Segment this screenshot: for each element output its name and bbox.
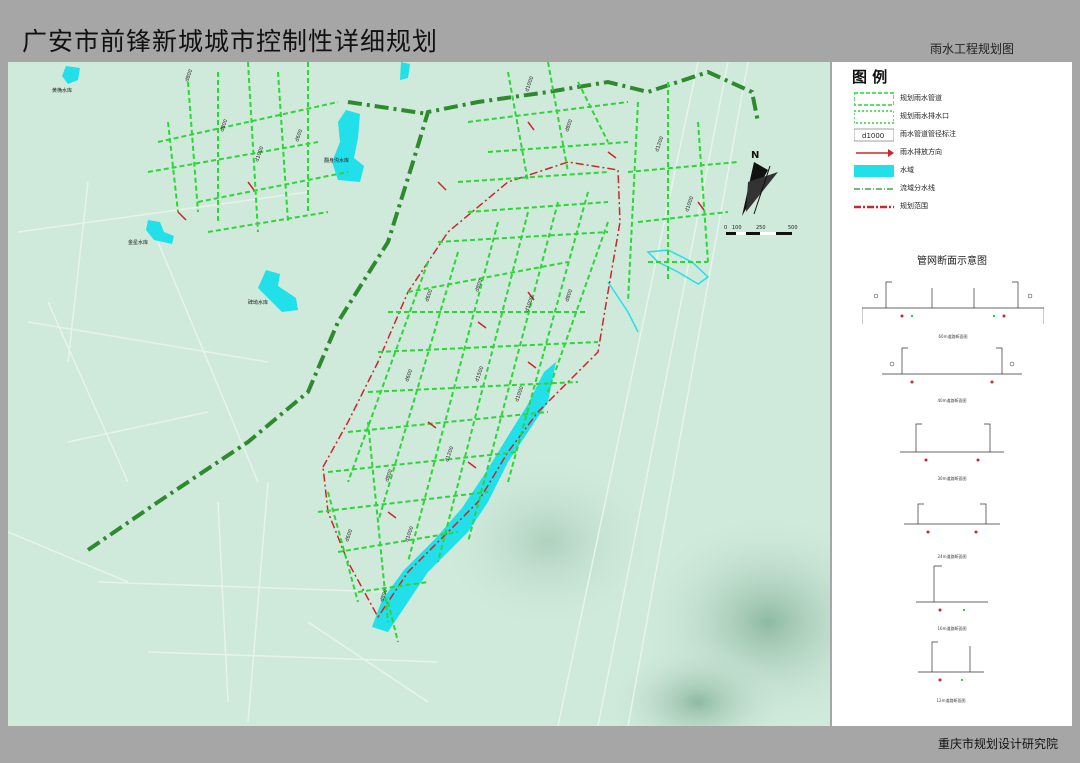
road-section: 16m道路断面图 bbox=[916, 562, 988, 631]
legend-label: 雨水排放方向 bbox=[900, 148, 942, 156]
section-diagram-title: 管网断面示意图 bbox=[917, 256, 987, 267]
scale-label: 500 bbox=[788, 225, 798, 231]
scale-label: 250 bbox=[756, 225, 766, 231]
section-caption: 12m道路断面图 bbox=[936, 698, 966, 703]
water-label: 金星水库 bbox=[128, 239, 148, 246]
road-section: 40m道路断面图 bbox=[882, 342, 1022, 403]
cyan-fill-icon bbox=[854, 165, 894, 177]
water-label: 碑坳水库 bbox=[248, 299, 268, 306]
road-section: 24m道路断面图 bbox=[904, 494, 1000, 559]
section-caption: 40m道路断面图 bbox=[937, 398, 967, 403]
legend-label: 雨水管道管径标注 bbox=[900, 130, 956, 138]
section-caption: 30m道路断面图 bbox=[937, 476, 967, 481]
water-label: 黄桷水库 bbox=[52, 87, 72, 94]
map-subtitle: 雨水工程规划图 bbox=[930, 42, 1015, 56]
scale-label: 100 bbox=[732, 225, 742, 231]
road-section-drawing bbox=[861, 281, 1045, 324]
section-caption: 60m道路断面图 bbox=[938, 334, 968, 339]
map-title: 广安市前锋新城城市控制性详细规划 bbox=[22, 27, 439, 56]
red-dashdot-line-icon bbox=[854, 205, 894, 209]
road-section-drawing bbox=[882, 347, 1022, 384]
legend-label: 规划雨水管道 bbox=[900, 94, 942, 102]
road-section-drawing bbox=[918, 641, 984, 682]
legend-label: 水域 bbox=[900, 166, 914, 174]
legend-item-outfall: 规划雨水排水口 bbox=[854, 110, 1064, 124]
legend-item-rain-pipe: 规划雨水管道 bbox=[854, 92, 1064, 106]
legend-label: 规划雨水排水口 bbox=[900, 112, 949, 120]
water-label: 翻身沟水库 bbox=[324, 157, 349, 164]
road-section: 30m道路断面图 bbox=[900, 416, 1004, 481]
legend-pipe-code: d1000 bbox=[862, 132, 884, 140]
terrain-shade bbox=[438, 452, 658, 632]
road-section-drawing bbox=[904, 503, 1000, 534]
map-area[interactable]: d800 d800 d1000 d600 d1000 d800 d1200 d1… bbox=[8, 62, 830, 726]
road-section-drawing bbox=[900, 423, 1004, 462]
map-canvas: d800 d800 d1000 d600 d1000 d800 d1200 d1… bbox=[8, 62, 830, 726]
legend-title: 图 例 bbox=[852, 68, 888, 86]
red-arrow-icon bbox=[856, 149, 894, 157]
legend-item-watershed: 流域分水线 bbox=[854, 182, 1064, 196]
section-caption: 16m道路断面图 bbox=[937, 626, 967, 631]
legend-item-pipe-size: d1000 雨水管道管径标注 bbox=[854, 128, 1064, 142]
north-label: N bbox=[751, 150, 759, 161]
green-dashdot-line-icon bbox=[854, 188, 894, 190]
section-caption: 24m道路断面图 bbox=[937, 554, 967, 559]
scale-label: 0 bbox=[724, 225, 727, 231]
legend-panel: 图 例 规划雨水管道 规划雨水排水口 d1000 雨水管道管径标注 雨水排放方向… bbox=[832, 62, 1072, 726]
legend-item-flow-direction: 雨水排放方向 bbox=[854, 146, 1064, 160]
legend-label: 规划范围 bbox=[900, 202, 928, 210]
legend-item-water: 水域 bbox=[854, 164, 1064, 178]
road-section: 60m道路断面图 bbox=[861, 274, 1045, 339]
pipe-size-box-icon: d1000 bbox=[854, 128, 894, 142]
road-section-drawing bbox=[916, 565, 988, 612]
green-dashed-line-icon bbox=[854, 92, 894, 106]
organization-label: 重庆市规划设计研究院 bbox=[937, 737, 1058, 751]
legend-item-boundary: 规划范围 bbox=[854, 200, 1064, 214]
road-section: 12m道路断面图 bbox=[918, 636, 984, 703]
green-dotted-line-icon bbox=[854, 110, 894, 124]
legend-label: 流域分水线 bbox=[900, 184, 935, 192]
